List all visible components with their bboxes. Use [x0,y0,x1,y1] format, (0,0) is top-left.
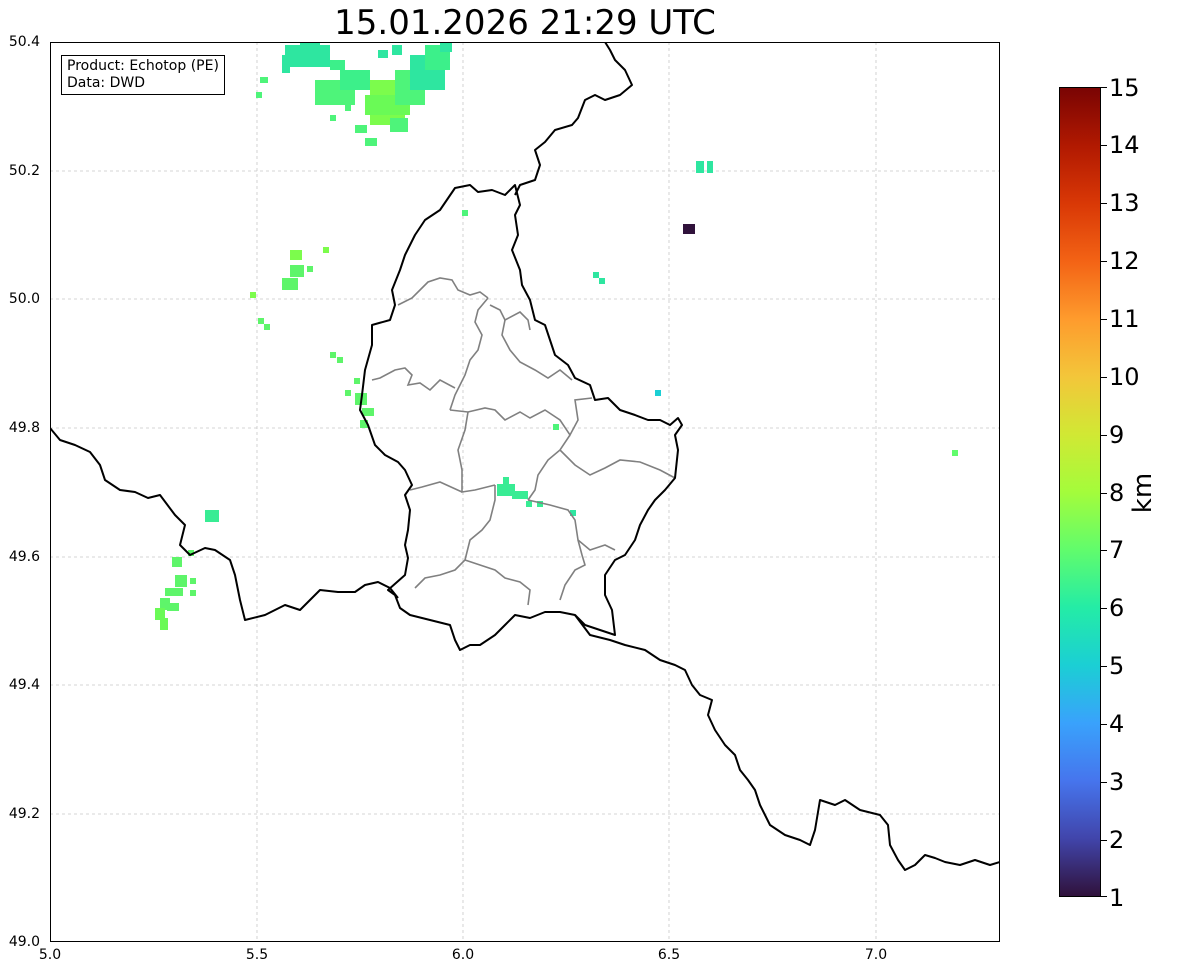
colorbar-tick-mark [1101,145,1107,146]
colorbar-unit-label: km [1128,472,1158,514]
colorbar-tick-label: 10 [1109,363,1140,391]
x-tick-label: 5.5 [245,947,269,963]
colorbar-tick-label: 8 [1109,479,1125,507]
colorbar-tick-label: 5 [1109,652,1125,680]
colorbar-tick-mark [1101,203,1107,204]
colorbar-tick-label: 14 [1109,131,1140,159]
data-source-label: Data: DWD [67,75,145,91]
colorbar-tick-mark [1101,608,1107,609]
x-tick-label: 6.5 [657,947,681,963]
x-tick-label: 6.0 [451,947,475,963]
colorbar-tick-label: 12 [1109,247,1140,275]
info-box: Product: Echotop (PE) Data: DWD [61,55,225,95]
y-tick-label: 50.4 [8,34,40,50]
colorbar-tick-label: 4 [1109,710,1125,738]
colorbar-tick-mark [1101,435,1107,436]
y-tick-label: 49.6 [8,549,40,565]
colorbar-tick-label: 7 [1109,536,1125,564]
colorbar-tick-mark [1101,493,1107,494]
colorbar-tick-mark [1101,840,1107,841]
colorbar-tick-label: 9 [1109,421,1125,449]
colorbar-tick-label: 13 [1109,189,1140,217]
colorbar-tick-label: 2 [1109,826,1125,854]
colorbar-tick-mark [1101,87,1107,88]
colorbar-tick-mark [1101,724,1107,725]
colorbar-tick-label: 15 [1109,74,1140,102]
colorbar-tick-label: 3 [1109,768,1125,796]
x-tick-label: 7.0 [864,947,888,963]
colorbar-tick-mark [1101,261,1107,262]
y-tick-label: 49.0 [8,934,40,950]
colorbar [1059,87,1101,897]
map-frame [50,42,1000,942]
y-tick-label: 50.2 [8,163,40,179]
x-tick-label: 5.0 [38,947,62,963]
colorbar-tick-mark [1101,550,1107,551]
y-tick-label: 50.0 [8,291,40,307]
colorbar-tick-label: 6 [1109,594,1125,622]
y-tick-label: 49.2 [8,806,40,822]
colorbar-tick-label: 1 [1109,884,1125,912]
colorbar-tick-label: 11 [1109,305,1140,333]
y-tick-label: 49.4 [8,677,40,693]
colorbar-tick-mark [1101,782,1107,783]
y-tick-label: 49.8 [8,420,40,436]
colorbar-tick-mark [1101,666,1107,667]
colorbar-tick-mark [1101,319,1107,320]
product-label: Product: Echotop (PE) [67,58,219,74]
colorbar-tick-mark [1101,896,1107,897]
colorbar-tick-mark [1101,377,1107,378]
